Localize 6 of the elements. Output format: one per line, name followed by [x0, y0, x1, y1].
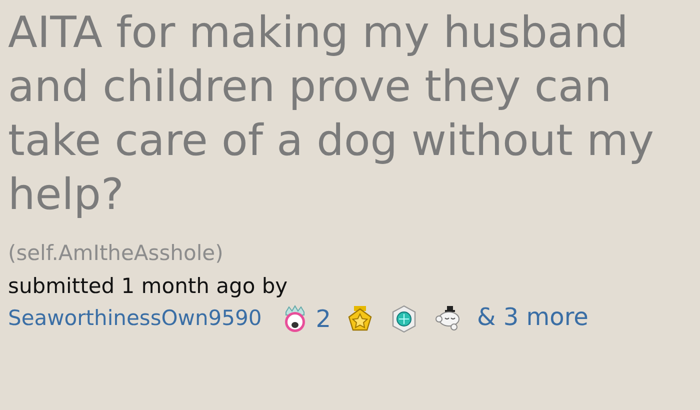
author-link[interactable]: SeaworthinessOwn9590 [8, 306, 262, 330]
subreddit-link[interactable]: (self.AmItheAsshole) [8, 238, 682, 268]
more-awards-link[interactable]: & 3 more [477, 303, 588, 331]
submitted-text: submitted 1 month ago by [8, 273, 289, 300]
award-count: 2 [316, 304, 332, 336]
post-title[interactable]: AITA for making my husband and children prove they can take care of a dog without my help? [8, 6, 682, 222]
